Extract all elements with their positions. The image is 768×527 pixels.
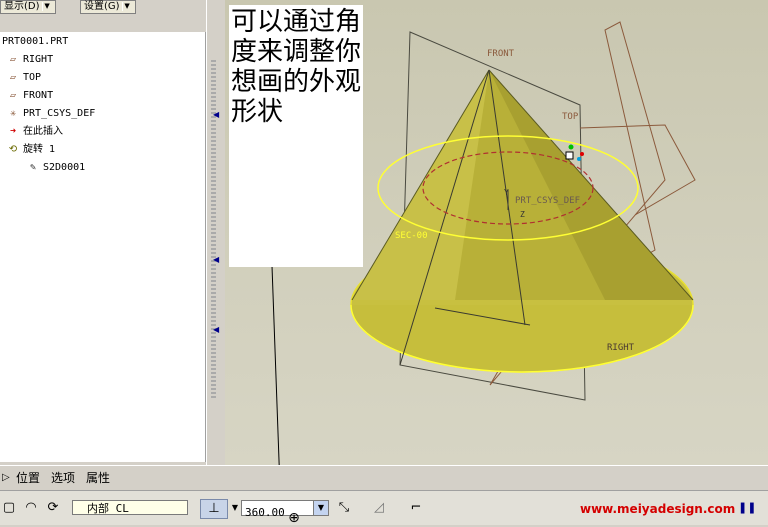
top-plane-label[interactable]: TOP xyxy=(562,112,579,122)
datum-plane-icon: ▱ xyxy=(9,54,17,65)
tree-item-top[interactable]: ▱ TOP xyxy=(6,70,41,86)
panel-splitter[interactable] xyxy=(206,0,226,465)
collapse-left-icon[interactable]: ◀ xyxy=(213,110,219,120)
tab-placement[interactable]: 位置 xyxy=(16,470,40,486)
annotation-text: 可以通过角度来调整你想画的外观形状 xyxy=(231,7,362,127)
tree-item-insert-here[interactable]: ➜ 在此插入 xyxy=(6,124,63,140)
csys-icon: ✳ xyxy=(9,108,17,119)
flip-direction-icon[interactable]: ⟳ xyxy=(44,499,62,517)
thicken-icon[interactable]: ⌐ xyxy=(407,499,425,517)
tree-item-revolve[interactable]: ⟲ 旋转 1 xyxy=(6,142,55,158)
tree-item-label: FRONT xyxy=(23,90,54,101)
collapse-left-icon[interactable]: ◀ xyxy=(213,325,219,335)
csys-label[interactable]: PRT_CSYS_DEF xyxy=(515,196,580,206)
tree-item-label: PRT_CSYS_DEF xyxy=(23,108,96,119)
z-axis-label: Z xyxy=(520,210,525,219)
datum-plane-icon: ▱ xyxy=(9,72,17,83)
chevron-down-icon[interactable]: ▼ xyxy=(313,501,328,515)
tree-menu-bar: 显示(D) ▼ 设置(G) ▼ xyxy=(0,0,205,14)
revolve-icon: ⟲ xyxy=(8,144,18,155)
annotation-note: 可以通过角度来调整你想画的外观形状 xyxy=(229,5,363,267)
handle-marker-green xyxy=(568,144,574,150)
handle-marker-red xyxy=(580,152,584,156)
tree-item-label: S2D0001 xyxy=(43,162,86,173)
tree-item-right[interactable]: ▱ RIGHT xyxy=(6,52,53,68)
model-tree: PRT0001.PRT ▱ RIGHT ▱ TOP ▱ FRONT ✳ PRT_CSYS… xyxy=(0,32,206,462)
tree-item-sketch[interactable]: ✎ S2D0001 xyxy=(26,160,85,176)
tree-item-csys[interactable]: ✳ PRT_CSYS_DEF xyxy=(6,106,95,122)
tree-item-front[interactable]: ▱ FRONT xyxy=(6,88,53,104)
revolve-dashboard: ▢ ◠ ⟳ 内部 CL ⊥ ▼ 360.00 ▼ ⤡ ◿ ⌐ ⊕ www.mei… xyxy=(0,490,768,526)
collapse-left-icon[interactable]: ◀ xyxy=(213,255,219,265)
pause-icon[interactable]: ❚❚ xyxy=(738,499,756,517)
tab-properties[interactable]: 属性 xyxy=(86,470,110,486)
right-plane-label[interactable]: RIGHT xyxy=(607,343,635,353)
angle-input[interactable]: 360.00 ▼ xyxy=(241,500,329,519)
chevron-down-icon: ▼ xyxy=(41,1,52,11)
y-axis-label: Y xyxy=(504,188,509,197)
remove-material-icon[interactable]: ◿ xyxy=(370,499,388,517)
dimension-label[interactable]: SEC-00 xyxy=(395,231,428,241)
chevron-down-icon: ▼ xyxy=(121,1,132,11)
settings-menu-button[interactable]: 设置(G) ▼ xyxy=(80,0,136,14)
cone-base-rim[interactable] xyxy=(350,304,694,373)
handle-marker-blue xyxy=(577,157,581,161)
drag-handle[interactable] xyxy=(565,151,574,160)
dashboard-tabs: ▷ 位置 选项 属性 xyxy=(0,465,768,490)
tree-item-part[interactable]: PRT0001.PRT xyxy=(2,34,68,50)
insert-here-arrow-icon: ➜ xyxy=(9,126,17,137)
datum-plane-icon: ▱ xyxy=(9,90,17,101)
flip-angle-icon[interactable]: ⤡ xyxy=(335,499,353,517)
axis-field[interactable]: 内部 CL xyxy=(72,500,188,515)
tab-options[interactable]: 选项 xyxy=(51,470,75,486)
tree-item-label: RIGHT xyxy=(23,54,54,65)
tree-item-label: TOP xyxy=(23,72,42,83)
sketch-icon: ✎ xyxy=(29,162,37,173)
angle-type-icon[interactable]: ⊥ xyxy=(200,499,228,519)
tree-item-label: 旋转 1 xyxy=(23,144,56,155)
solid-icon[interactable]: ▢ xyxy=(0,499,18,517)
crosshair-icon: ⊕ xyxy=(288,510,300,526)
tree-item-label: 在此插入 xyxy=(23,126,63,137)
tab-marker-icon: ▷ xyxy=(2,472,10,483)
watermark-text: www.meiyadesign.com xyxy=(580,502,736,516)
surface-icon[interactable]: ◠ xyxy=(22,499,40,517)
front-plane-label[interactable]: FRONT xyxy=(487,49,515,59)
display-menu-button[interactable]: 显示(D) ▼ xyxy=(0,0,56,14)
tree-item-label: PRT0001.PRT xyxy=(2,36,69,47)
